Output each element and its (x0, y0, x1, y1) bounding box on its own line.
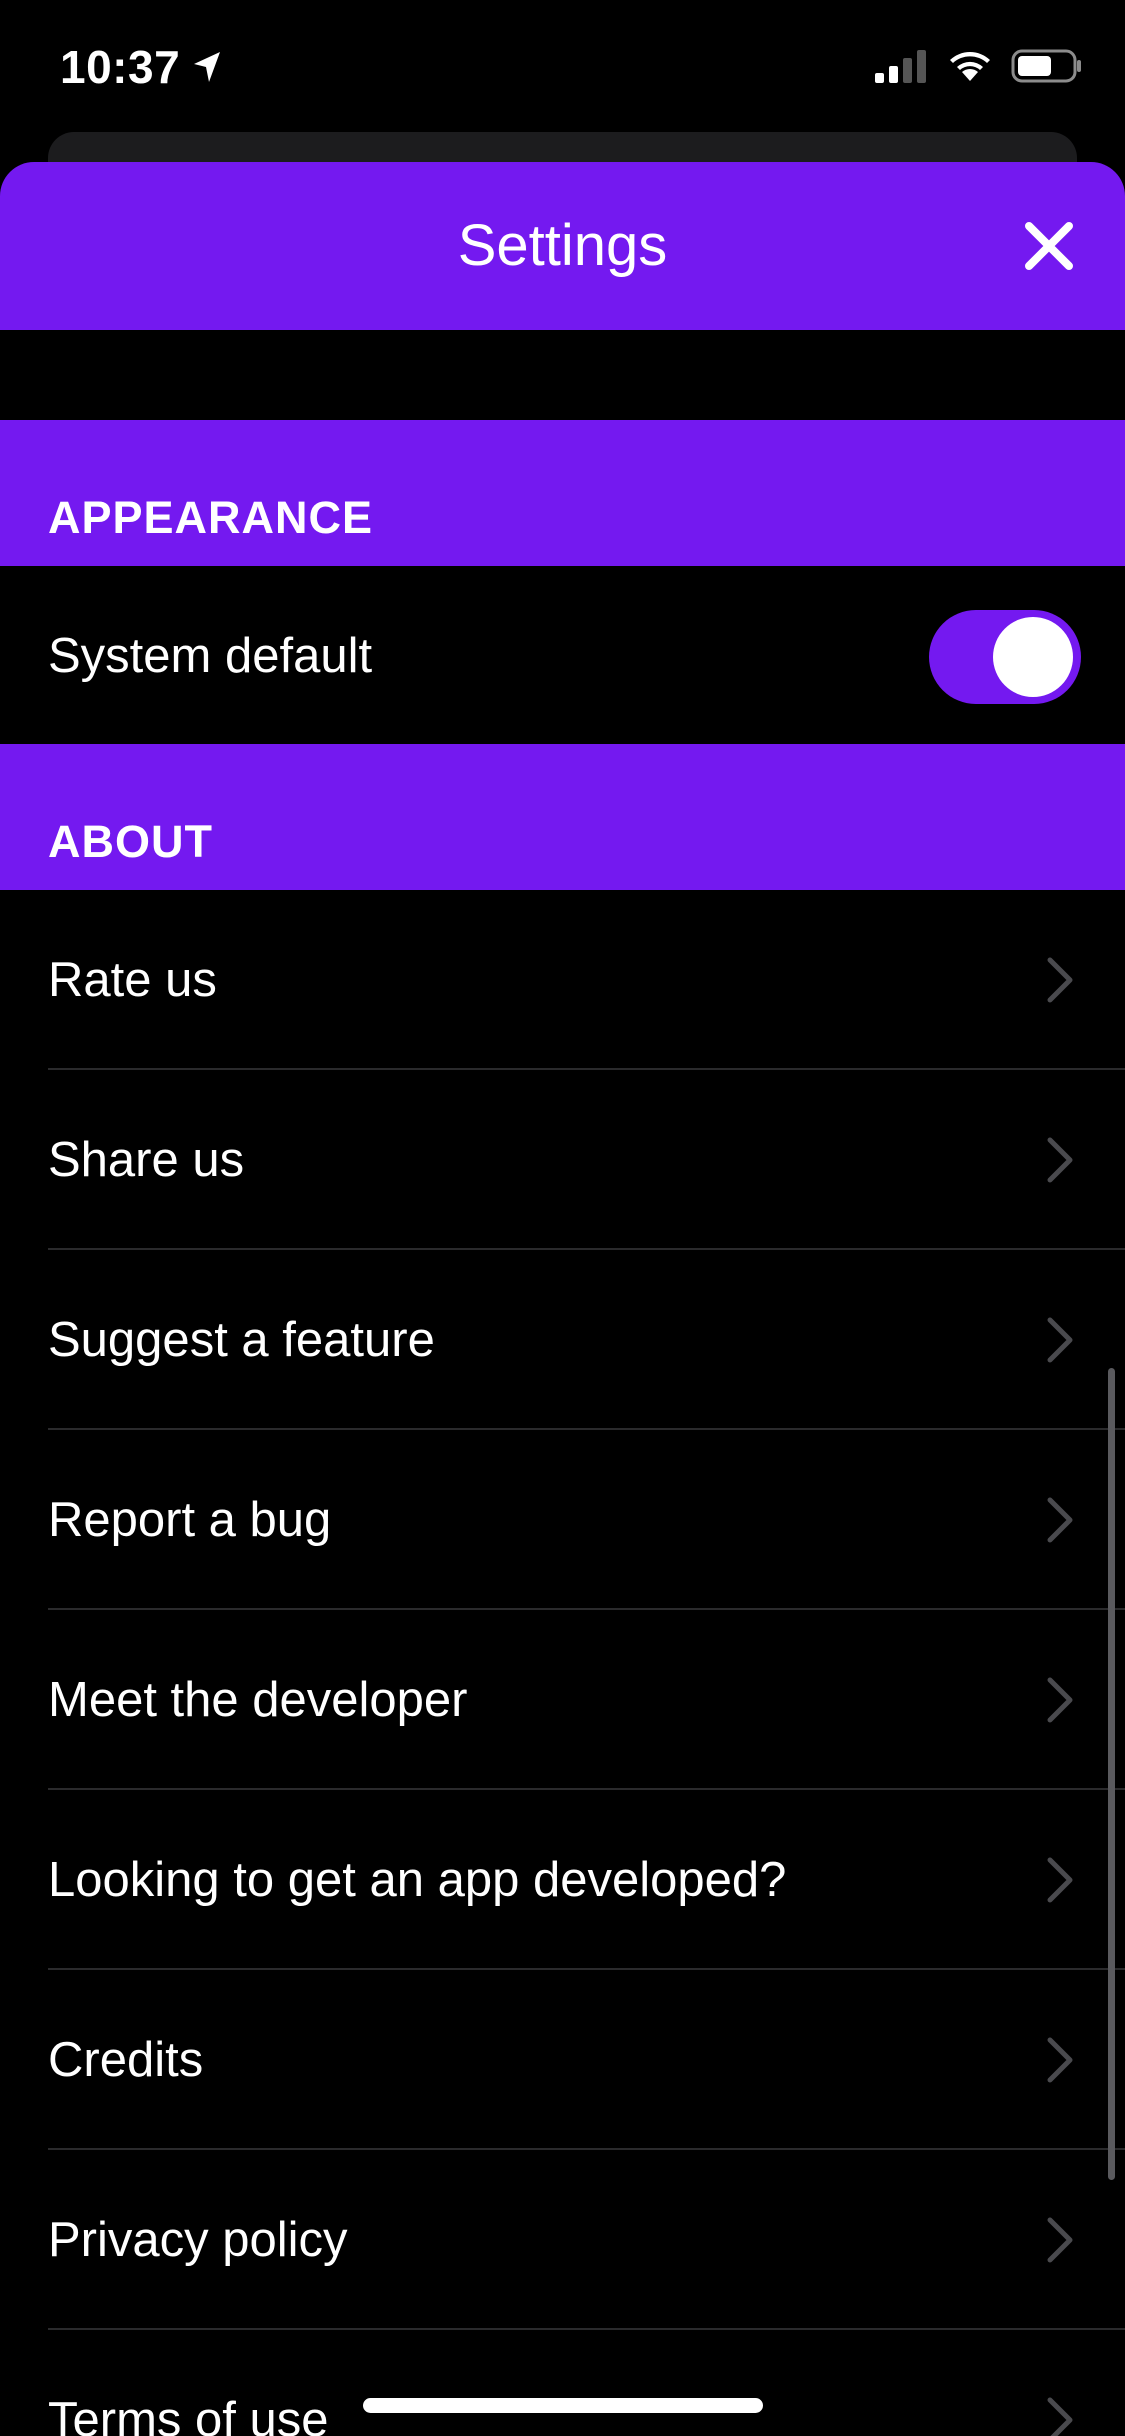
chevron-right-icon (1047, 2217, 1073, 2263)
settings-screen: 10:37 APPEARANCE System default ABOUT Ra… (0, 0, 1125, 2436)
chevron-right-icon (1047, 2397, 1073, 2436)
scrollbar[interactable] (1108, 1368, 1115, 2180)
chevron-right-icon (1047, 1857, 1073, 1903)
chevron-right-icon (1047, 2037, 1073, 2083)
chevron-right-icon (1047, 1137, 1073, 1183)
page-title: Settings (457, 213, 668, 278)
close-icon[interactable] (1021, 218, 1077, 274)
section-header-about: ABOUT (0, 744, 1125, 890)
list-item-label: Privacy policy (48, 2213, 348, 2267)
chevron-right-icon (1047, 1317, 1073, 1363)
list-item-label: Suggest a feature (48, 1313, 435, 1367)
chevron-right-icon (1047, 1677, 1073, 1723)
list-item-privacy-policy[interactable]: Privacy policy (0, 2150, 1125, 2330)
settings-list: Daily reminders APPEARANCE System defaul… (0, 0, 1125, 2436)
settings-header: Settings (0, 162, 1125, 330)
list-item-report-bug[interactable]: Report a bug (0, 1430, 1125, 1610)
list-item-meet-developer[interactable]: Meet the developer (0, 1610, 1125, 1790)
toggle-knob (993, 617, 1073, 697)
list-item-label: Report a bug (48, 1493, 332, 1547)
list-item-label: Looking to get an app developed? (48, 1853, 787, 1907)
list-item-system-default: System default (0, 566, 1125, 746)
list-item-suggest-feature[interactable]: Suggest a feature (0, 1250, 1125, 1430)
chevron-right-icon (1047, 957, 1073, 1003)
section-title: APPEARANCE (48, 492, 374, 543)
list-item-rate-us[interactable]: Rate us (0, 890, 1125, 1070)
list-item-label: Meet the developer (48, 1673, 468, 1727)
list-item-credits[interactable]: Credits (0, 1970, 1125, 2150)
chevron-right-icon (1047, 1497, 1073, 1543)
home-indicator[interactable] (363, 2398, 763, 2413)
list-item-share-us[interactable]: Share us (0, 1070, 1125, 1250)
list-item-terms-of-use[interactable]: Terms of use (0, 2330, 1125, 2436)
list-item-label: Share us (48, 1133, 245, 1187)
list-item-label: Terms of use (48, 2393, 329, 2436)
section-title: ABOUT (48, 816, 213, 867)
section-header-appearance: APPEARANCE (0, 420, 1125, 566)
system-default-toggle[interactable] (929, 610, 1081, 704)
list-item-label: System default (48, 629, 373, 683)
list-item-label: Credits (48, 2033, 204, 2087)
list-item-label: Rate us (48, 953, 217, 1007)
list-item-app-development[interactable]: Looking to get an app developed? (0, 1790, 1125, 1970)
